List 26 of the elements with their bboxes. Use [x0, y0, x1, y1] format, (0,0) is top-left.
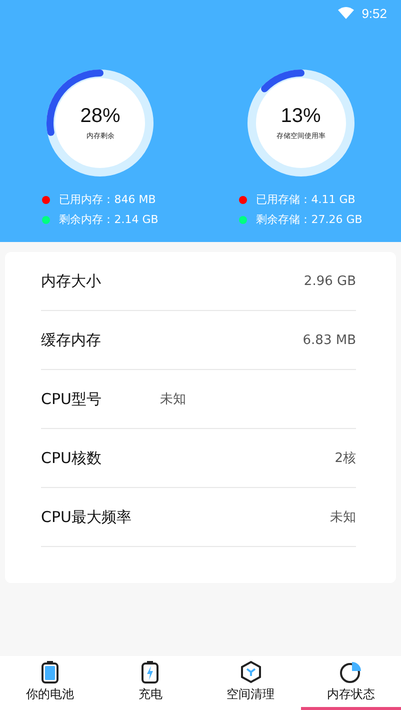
hexagon-icon — [240, 660, 262, 684]
gauge-value: 13% — [280, 105, 321, 128]
legend-label: 已用内存：846 MB — [59, 192, 156, 207]
legend-label: 剩余内存：2.14 GB — [59, 212, 158, 227]
nav-tab[interactable]: 充电 — [100, 656, 200, 710]
info-label: 缓存内存 — [41, 330, 102, 350]
status-time: 9:52 — [362, 6, 387, 20]
charging-battery-icon — [141, 660, 160, 684]
info-label: CPU核数 — [41, 448, 102, 468]
wifi-icon — [338, 7, 354, 19]
battery-icon — [41, 660, 60, 684]
info-value: 2核 — [334, 450, 356, 467]
gauge-value: 28% — [80, 105, 120, 128]
nav-tab[interactable]: 你的电池 — [0, 656, 100, 710]
info-label: 内存大小 — [41, 272, 102, 290]
nav-tab[interactable]: 空间清理 — [200, 656, 301, 710]
nav-tab[interactable]: 内存状态 — [300, 656, 401, 710]
info-value: 未知 — [330, 509, 356, 526]
info-label: CPU型号 — [41, 390, 102, 408]
legend-label: 已用存储：4.11 GB — [256, 192, 356, 207]
info-value: 未知 — [160, 391, 186, 408]
pie-chart-icon — [338, 660, 363, 684]
legend-label: 剩余存储：27.26 GB — [256, 212, 362, 227]
info-label: CPU最大频率 — [41, 508, 132, 526]
info-value: 6.83 MB — [302, 332, 356, 348]
info-value: 2.96 GB — [304, 274, 356, 288]
